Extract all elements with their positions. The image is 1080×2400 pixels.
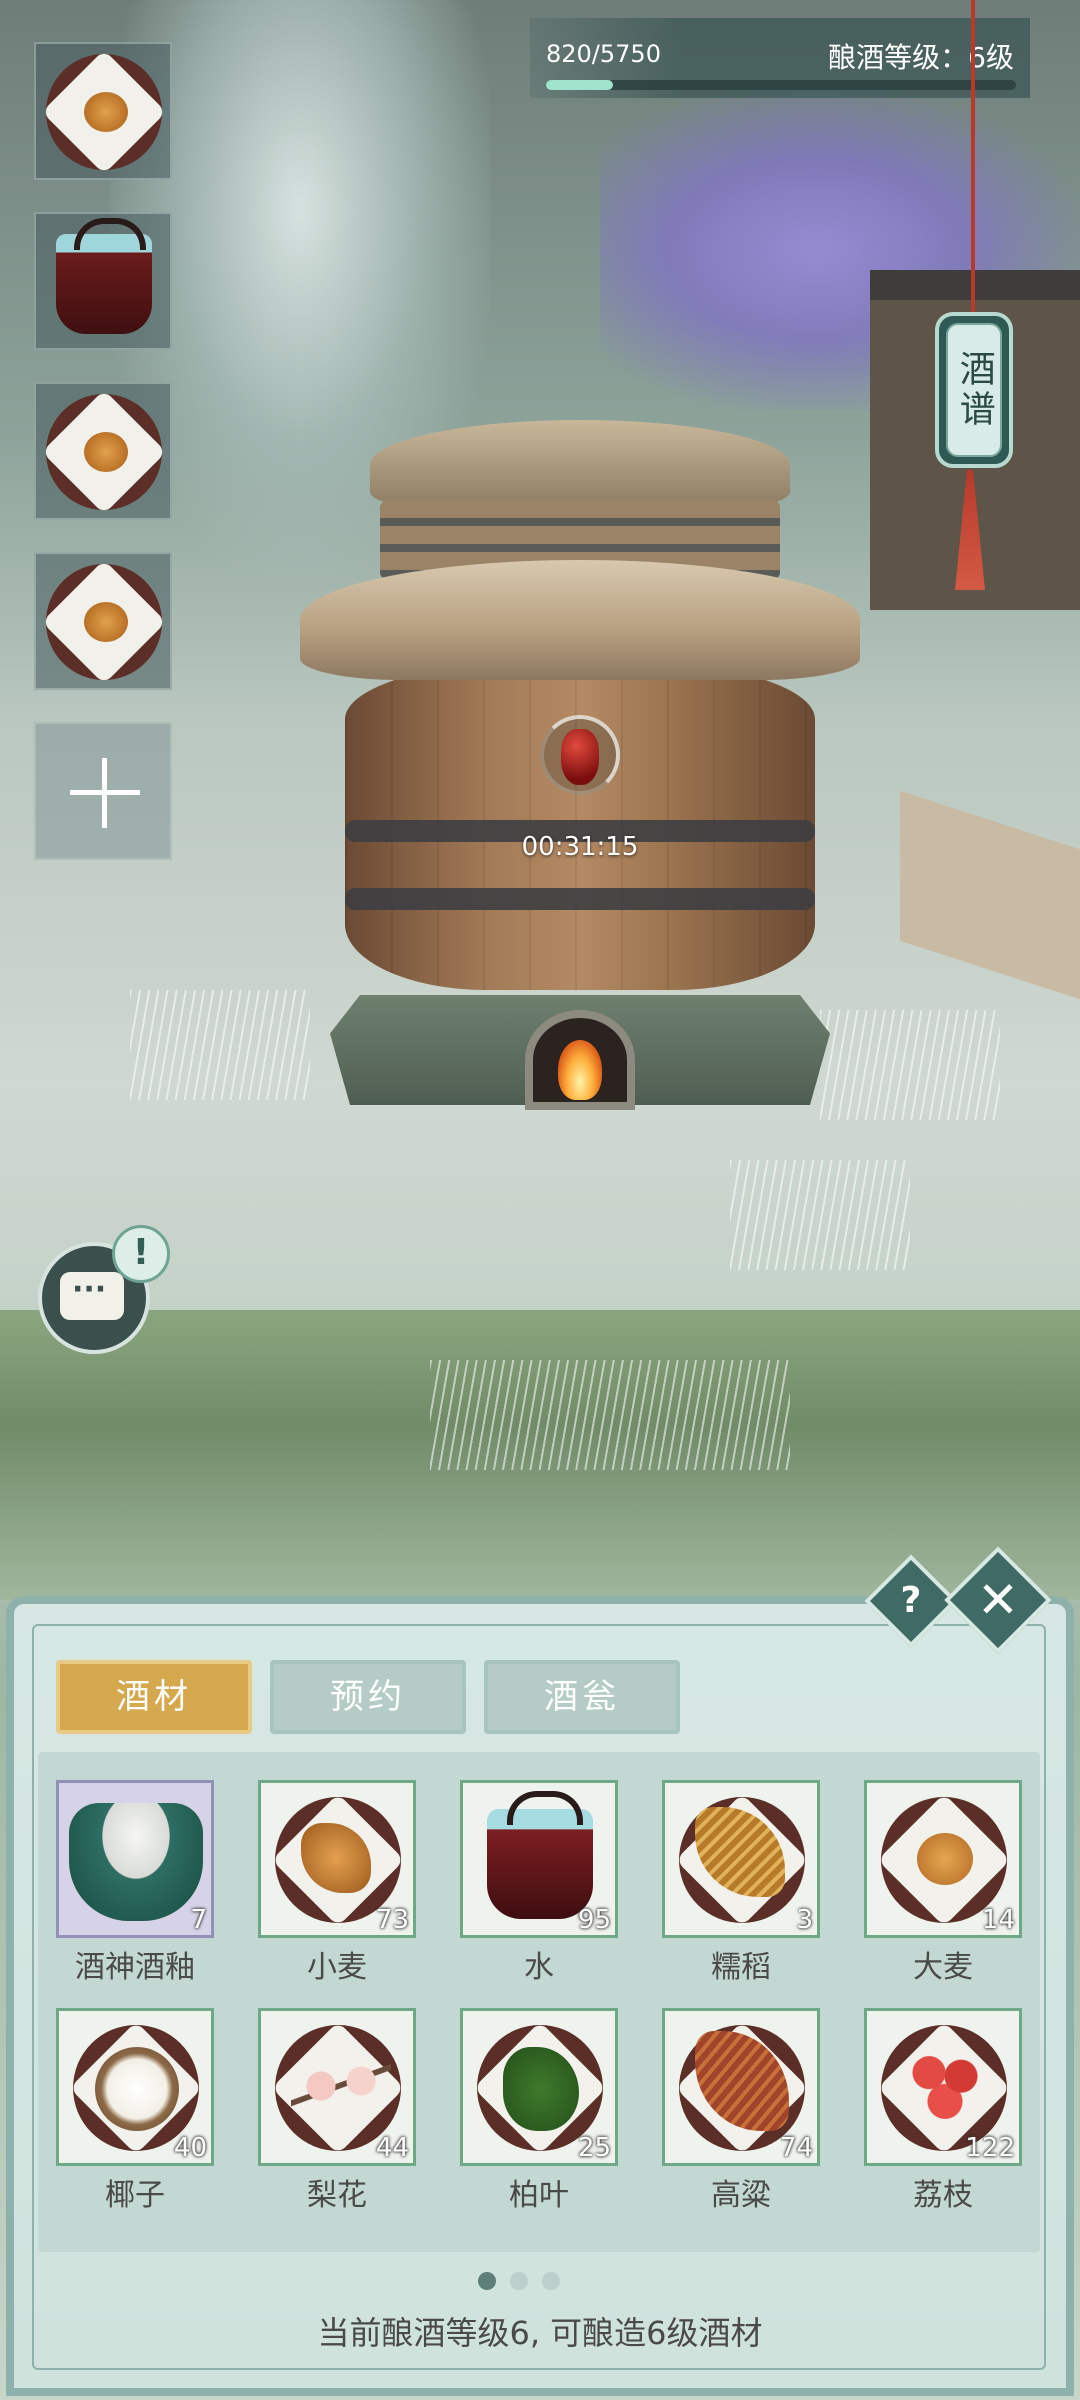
grass-tuft <box>430 1360 790 1470</box>
item-count: 14 <box>981 1905 1015 1935</box>
item-slot: 40 <box>56 2008 214 2166</box>
item-slot: 122 <box>864 2008 1022 2166</box>
item-label: 小麦 <box>307 1950 367 1985</box>
item-label: 水 <box>524 1950 554 1985</box>
item-slot: 74 <box>662 2008 820 2166</box>
ingredient-slot-3[interactable] <box>34 382 172 520</box>
item-slot: 7 <box>56 1780 214 1938</box>
tab-ingredients[interactable]: 酒材 <box>56 1660 252 1734</box>
item-label: 高粱 <box>711 2178 771 2213</box>
item-slot: 25 <box>460 2008 618 2166</box>
question-icon: ? <box>900 1580 922 1621</box>
ingredient-item[interactable]: 25 柏叶 <box>460 2008 618 2214</box>
yeast-bowl-icon <box>69 1803 203 1921</box>
xp-progress-fill <box>546 80 614 90</box>
item-count: 122 <box>965 2133 1015 2163</box>
page-dot[interactable] <box>478 2272 496 2290</box>
add-slot-button[interactable] <box>34 722 172 860</box>
lychee-icon <box>905 2051 985 2123</box>
item-count: 3 <box>796 1905 813 1935</box>
grass-tuft <box>730 1160 910 1270</box>
item-count: 44 <box>375 2133 409 2163</box>
fire-icon <box>525 1010 635 1110</box>
ingredient-item[interactable]: 14 大麦 <box>864 1780 1022 1986</box>
barley-dish-icon <box>84 602 128 642</box>
item-label: 椰子 <box>105 2178 165 2213</box>
recipe-book-button[interactable]: 酒谱 <box>935 312 1013 468</box>
item-count: 74 <box>779 2133 813 2163</box>
page-dot[interactable] <box>542 2272 560 2290</box>
page-dot[interactable] <box>510 2272 528 2290</box>
ingredient-item[interactable]: 73 小麦 <box>258 1780 416 1986</box>
ingredient-item[interactable]: 3 糯稻 <box>662 1780 820 1986</box>
item-label: 大麦 <box>913 1950 973 1985</box>
brew-timer: 00:31:15 <box>521 832 639 862</box>
hanging-rope <box>971 0 975 320</box>
ingredient-item[interactable]: 74 高粱 <box>662 2008 820 2214</box>
item-count: 73 <box>375 1905 409 1935</box>
xp-text: 820/5750 <box>546 40 661 68</box>
item-label: 梨花 <box>307 2178 367 2213</box>
alert-icon: ! <box>112 1225 170 1283</box>
brewing-level-text: 酿酒等级：6级 <box>828 41 1014 74</box>
item-slot: 44 <box>258 2008 416 2166</box>
close-icon: ✕ <box>977 1571 1019 1629</box>
coconut-icon <box>95 2047 179 2131</box>
barley-dish-icon <box>84 432 128 472</box>
item-slot: 14 <box>864 1780 1022 1938</box>
ingredient-slot-2[interactable] <box>34 212 172 350</box>
item-label: 荔枝 <box>913 2178 973 2213</box>
item-count: 25 <box>577 2133 611 2163</box>
ingredient-item[interactable]: 44 梨花 <box>258 2008 416 2214</box>
barrel-lid <box>370 420 790 510</box>
ingredient-slot-4[interactable] <box>34 552 172 690</box>
item-label: 糯稻 <box>711 1950 771 1985</box>
water-bucket-icon <box>487 1791 593 1919</box>
tab-wine-jar[interactable]: 酒瓮 <box>484 1660 680 1734</box>
grass-tuft <box>130 990 310 1100</box>
xp-progress-track <box>546 80 1016 90</box>
wooden-porch <box>900 790 1080 1000</box>
ingredient-item[interactable]: 7 酒神酒釉 <box>56 1780 214 1986</box>
brewing-barrel[interactable]: 00:31:15 <box>300 420 860 1120</box>
item-count: 95 <box>577 1905 611 1935</box>
brewing-level-bar: 820/5750 酿酒等级：6级 <box>530 18 1030 98</box>
chat-icon <box>60 1272 124 1320</box>
ingredient-item[interactable]: 122 荔枝 <box>864 2008 1022 2214</box>
item-count: 7 <box>190 1905 207 1935</box>
item-label: 柏叶 <box>509 2178 569 2213</box>
item-slot: 73 <box>258 1780 416 1938</box>
barley-icon <box>917 1833 973 1885</box>
item-slot: 95 <box>460 1780 618 1938</box>
page-indicator <box>478 2272 598 2292</box>
wine-jar-icon <box>561 729 599 785</box>
item-label: 酒神酒釉 <box>75 1950 195 1985</box>
item-count: 40 <box>173 2133 207 2163</box>
wine-jar-progress[interactable] <box>540 715 620 795</box>
barrel-hoop <box>345 888 815 910</box>
brewing-level-hint: 当前酿酒等级6, 可酿造6级酒材 <box>317 2314 763 2352</box>
ingredient-item[interactable]: 40 椰子 <box>56 2008 214 2214</box>
item-slot: 3 <box>662 1780 820 1938</box>
ingredient-item[interactable]: 95 水 <box>460 1780 618 1986</box>
ingredient-slot-1[interactable] <box>34 42 172 180</box>
tab-reservation[interactable]: 预约 <box>270 1660 466 1734</box>
pear-blossom-icon <box>291 2061 391 2111</box>
recipe-book-label: 酒谱 <box>946 323 1002 457</box>
straw-roof <box>300 560 860 680</box>
water-bucket-icon <box>56 218 152 334</box>
barley-dish-icon <box>84 92 128 132</box>
